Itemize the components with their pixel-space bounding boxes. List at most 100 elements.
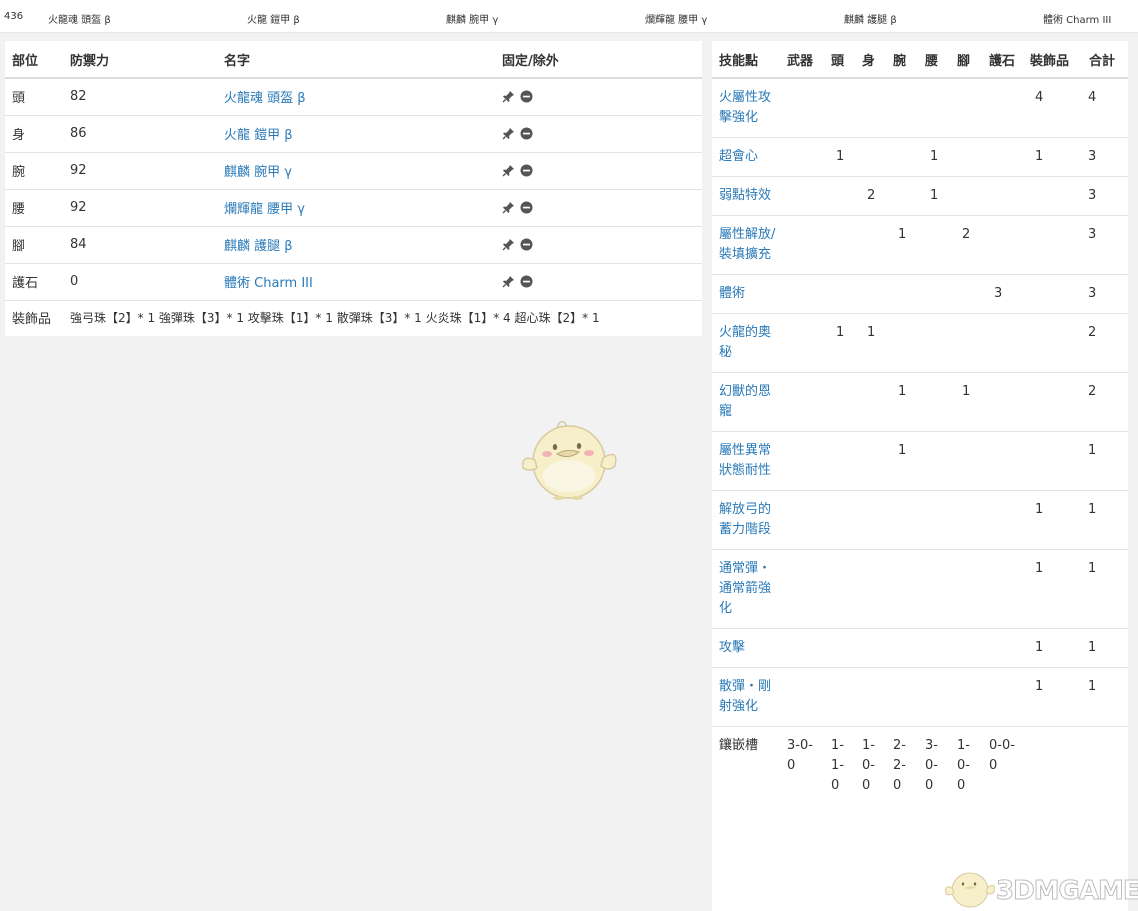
skill-points <box>824 628 855 668</box>
skill-name-link[interactable]: 屬性異常狀態耐性 <box>719 443 771 478</box>
equipment-part: 頭 <box>5 77 63 115</box>
pin-icon[interactable] <box>502 127 515 140</box>
minus-circle-icon[interactable] <box>520 90 533 103</box>
slot-value: 3-0-0 <box>918 726 950 805</box>
skill-points: 2 <box>1082 313 1128 373</box>
skill-name-link[interactable]: 散彈・剛射強化 <box>719 679 771 714</box>
skill-points <box>1023 274 1082 314</box>
skill-points: 3 <box>982 274 1023 314</box>
equipment-name-link[interactable]: 麒麟 腕甲 γ <box>224 165 292 180</box>
equipment-table: 部位 防禦力 名字 固定/除外 頭 82 火龍魂 頭盔 β 身 86 火龍 鎧甲 β 腕 92… <box>5 41 702 334</box>
skill-points <box>950 431 982 491</box>
summary-leg[interactable]: 麒麟 護腿 β <box>844 11 897 26</box>
skill-points <box>855 431 886 491</box>
minus-circle-icon[interactable] <box>520 238 533 251</box>
skill-name-link[interactable]: 攻擊 <box>719 640 745 655</box>
skill-name-link[interactable]: 火屬性攻擊強化 <box>719 90 771 125</box>
skill-points <box>780 274 824 314</box>
equipment-name-link[interactable]: 爛輝龍 腰甲 γ <box>224 202 305 217</box>
equipment-name-link[interactable]: 火龍魂 頭盔 β <box>224 91 306 106</box>
skill-points <box>982 431 1023 491</box>
skill-name-link[interactable]: 弱點特效 <box>719 188 771 203</box>
pin-icon[interactable] <box>502 90 515 103</box>
skill-points <box>780 372 824 432</box>
skill-points <box>950 137 982 177</box>
skill-points <box>855 137 886 177</box>
skill-points: 1 <box>1023 549 1082 629</box>
summary-head[interactable]: 火龍魂 頭盔 β <box>48 11 111 26</box>
skill-name-link[interactable]: 通常彈・通常箭強化 <box>719 561 771 616</box>
equipment-name-link[interactable]: 體術 Charm III <box>224 276 313 291</box>
header-defense: 防禦力 <box>63 41 217 79</box>
skill-points <box>982 490 1023 550</box>
pin-icon[interactable] <box>502 238 515 251</box>
skill-points: 1 <box>950 372 982 432</box>
equipment-part: 腳 <box>5 225 63 263</box>
equipment-row: 腳 84 麒麟 護腿 β <box>5 225 702 263</box>
skill-points: 3 <box>1082 176 1128 216</box>
skill-points <box>824 667 855 727</box>
skill-name-link[interactable]: 體術 <box>719 286 745 301</box>
decoration-label: 裝飾品 <box>5 299 63 334</box>
skill-points <box>950 176 982 216</box>
skill-points <box>780 490 824 550</box>
slot-row: 鑲嵌槽 3-0-0 1-1-0 1-0-0 2-2-0 3-0-0 1-0-0 0-0-0 <box>712 726 1128 805</box>
summary-body[interactable]: 火龍 鎧甲 β <box>247 11 300 26</box>
skill-points <box>780 549 824 629</box>
equipment-panel: 部位 防禦力 名字 固定/除外 頭 82 火龍魂 頭盔 β 身 86 火龍 鎧甲 β 腕 92… <box>5 41 702 336</box>
skill-points <box>855 667 886 727</box>
equipment-name-link[interactable]: 火龍 鎧甲 β <box>224 128 293 143</box>
skill-points <box>780 667 824 727</box>
site-watermark: 3DMGAME <box>940 862 1138 911</box>
skill-points <box>780 77 824 138</box>
equipment-name-link[interactable]: 麒麟 護腿 β <box>224 239 293 254</box>
skill-points: 1 <box>918 176 950 216</box>
skill-name-link[interactable]: 超會心 <box>719 149 758 164</box>
skill-points <box>982 372 1023 432</box>
skill-points <box>886 274 918 314</box>
minus-circle-icon[interactable] <box>520 127 533 140</box>
minus-circle-icon[interactable] <box>520 275 533 288</box>
skill-name-link[interactable]: 解放弓的蓄力階段 <box>719 502 771 537</box>
slot-value: 1-0-0 <box>855 726 886 805</box>
summary-arm[interactable]: 麒麟 腕甲 γ <box>446 11 498 26</box>
skill-points <box>886 137 918 177</box>
skill-name-link[interactable]: 屬性解放/裝填擴充 <box>719 227 775 262</box>
summary-waist[interactable]: 爛輝龍 腰甲 γ <box>645 11 707 26</box>
skill-points: 1 <box>824 137 855 177</box>
skill-points <box>918 667 950 727</box>
skill-points: 2 <box>855 176 886 216</box>
skill-points: 1 <box>1082 431 1128 491</box>
skill-points <box>780 313 824 373</box>
slot-value: 2-2-0 <box>886 726 918 805</box>
skill-name-link[interactable]: 火龍的奧秘 <box>719 325 771 360</box>
equipment-part: 護石 <box>5 262 63 300</box>
skill-points <box>886 667 918 727</box>
header-lock-exclude: 固定/除外 <box>495 41 702 79</box>
skill-points <box>950 549 982 629</box>
skills-header-col: 腰 <box>918 41 950 79</box>
skill-points <box>918 549 950 629</box>
skill-row: 攻擊 1 1 <box>712 628 1128 668</box>
skill-points: 4 <box>1023 77 1082 138</box>
minus-circle-icon[interactable] <box>520 201 533 214</box>
skill-points <box>918 431 950 491</box>
skill-points: 1 <box>1082 549 1128 629</box>
pin-icon[interactable] <box>502 164 515 177</box>
watermark-text: 3DMGAME <box>996 876 1138 907</box>
skill-points: 1 <box>1082 490 1128 550</box>
equipment-row: 腕 92 麒麟 腕甲 γ <box>5 151 702 189</box>
summary-charm[interactable]: 體術 Charm III <box>1043 11 1111 26</box>
minus-circle-icon[interactable] <box>520 164 533 177</box>
pin-icon[interactable] <box>502 275 515 288</box>
skill-points: 1 <box>1023 628 1082 668</box>
skill-points <box>918 274 950 314</box>
skill-row: 解放弓的蓄力階段 1 1 <box>712 490 1128 550</box>
skill-name-link[interactable]: 幻獸的恩寵 <box>719 384 771 419</box>
skill-points <box>886 313 918 373</box>
slot-value <box>1023 726 1082 805</box>
skill-points: 3 <box>1082 215 1128 275</box>
slot-value <box>1082 726 1128 805</box>
skill-points: 1 <box>918 137 950 177</box>
pin-icon[interactable] <box>502 201 515 214</box>
